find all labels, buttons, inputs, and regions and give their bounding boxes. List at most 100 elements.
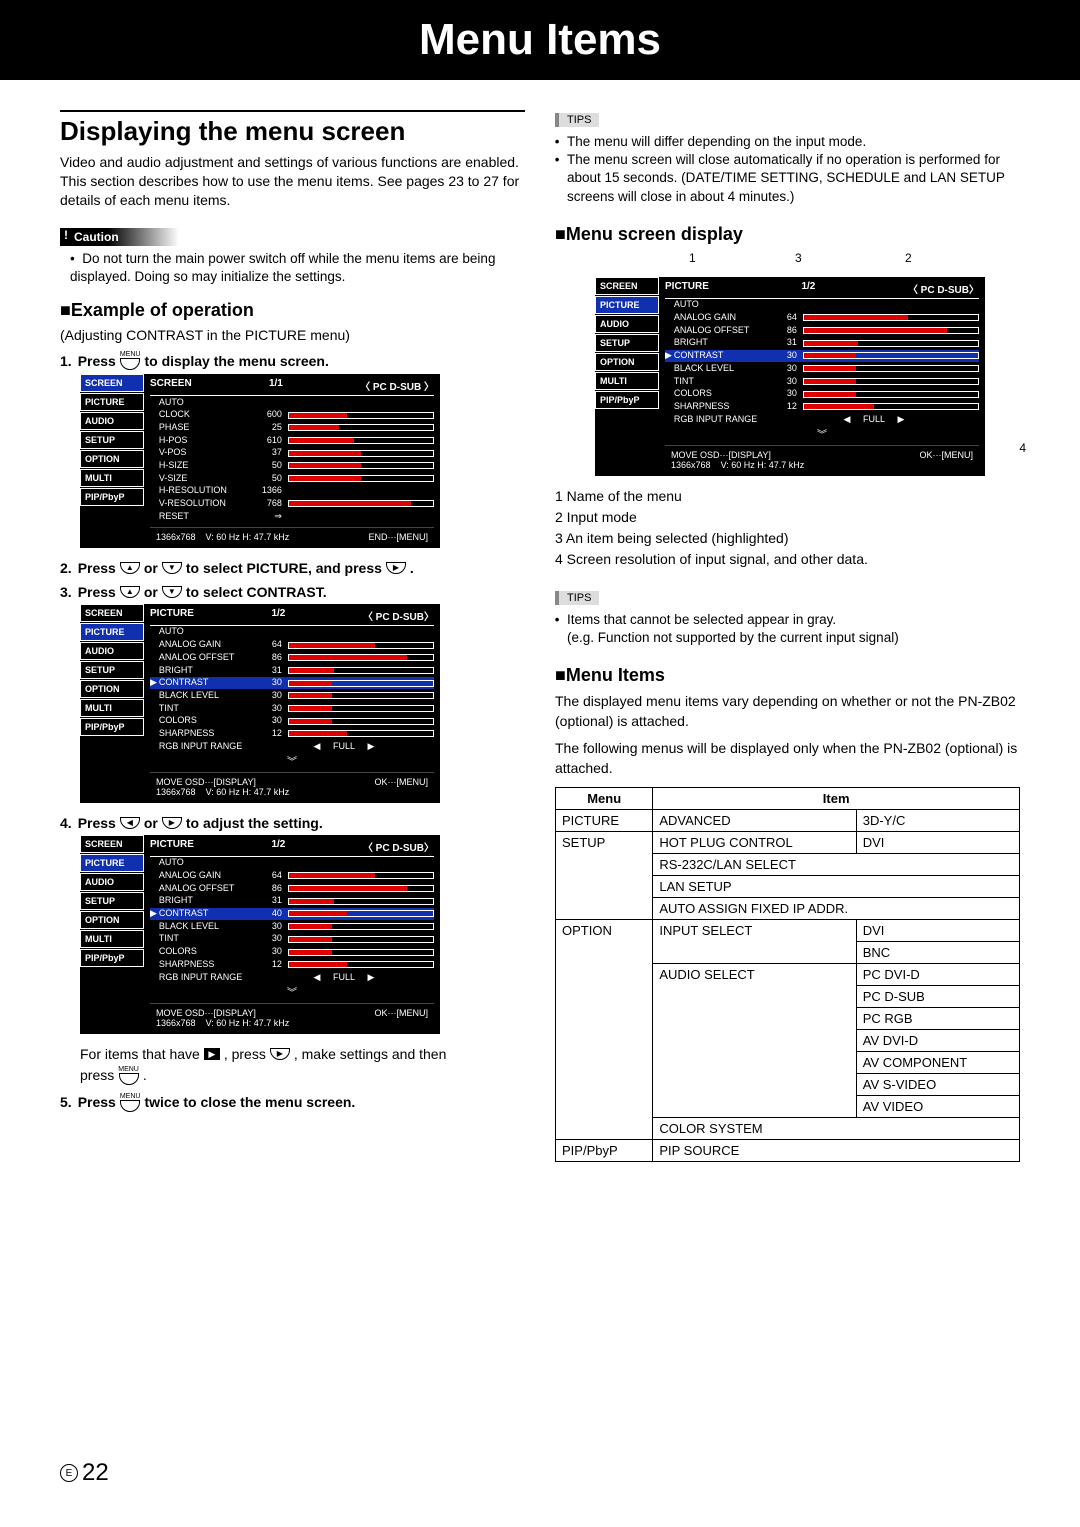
osd-row: ▶AUTO [665,299,979,312]
osd-row: ▶BLACK LEVEL30 [665,362,979,375]
menu-items-table: Menu Item PICTUREADVANCED3D-Y/C SETUPHOT… [555,787,1020,1162]
osd-row: ▶BRIGHT31 [665,337,979,350]
osd-row: ▶CONTRAST40 [150,908,434,921]
example-heading: ■Example of operation [60,300,525,321]
tips-list-2: Items that cannot be selected appear in … [567,611,1020,647]
osd-row: ▶H-RESOLUTION1366 [150,485,434,498]
osd-tab: AUDIO [595,315,659,333]
after-step4-text-2: press MENU . [80,1066,525,1085]
osd-tab: SCREEN [80,604,144,622]
osd-row: ▶PHASE25 [150,421,434,434]
osd-tab: PIP/PbyP [80,949,144,967]
osd-tab: MULTI [595,372,659,390]
left-button-icon: ◀ [120,817,140,829]
osd-tab: SETUP [595,334,659,352]
page-title: Menu Items [419,15,661,65]
osd-row: ▶RGB INPUT RANGE◀ FULL ▶ [665,413,979,426]
osd-row: ▶TINT30 [150,933,434,946]
right-button-icon: ▶ [162,817,182,829]
osd-tab: SETUP [80,431,144,449]
osd-row: ▶ANALOG OFFSET86 [150,882,434,895]
osd-tab: AUDIO [80,412,144,430]
osd-row: ▶ANALOG GAIN64 [150,639,434,652]
osd-row: ▶COLORS30 [150,715,434,728]
page-number: E 22 [60,1459,109,1487]
osd-tab: OPTION [80,450,144,468]
osd-row: ▶ANALOG GAIN64 [150,870,434,883]
enter-sub-icon: ▶ [204,1048,220,1060]
osd-tab: OPTION [80,680,144,698]
caution-box: Caution • Do not turn the main power swi… [60,228,525,286]
right-button-icon: ▶ [270,1048,290,1060]
osd-row: ▶AUTO [150,626,434,639]
left-column: Displaying the menu screen Video and aud… [60,110,525,1162]
up-button-icon: ▲ [120,586,140,598]
callout-1: 1 [689,251,696,265]
osd-row: ▶H-SIZE50 [150,460,434,473]
menu-button-icon: MENU [120,351,141,370]
osd-tab: SCREEN [80,374,144,392]
down-button-icon: ▼ [162,562,182,574]
osd-tab: SETUP [80,892,144,910]
osd-row: ▶ANALOG GAIN64 [665,312,979,325]
down-button-icon: ▼ [162,586,182,598]
menu-items-heading: ■Menu Items [555,665,1020,686]
osd-row: ▶BRIGHT31 [150,895,434,908]
osd-tab: MULTI [80,469,144,487]
osd-row: ▶AUTO [150,857,434,870]
osd-row: ▶ANALOG OFFSET86 [665,324,979,337]
osd-row: ▶RGB INPUT RANGE◀ FULL ▶ [150,740,434,753]
example-sub: (Adjusting CONTRAST in the PICTURE menu) [60,327,525,343]
osd-callout-menu: SCREENPICTUREAUDIOSETUPOPTIONMULTIPIP/Pb… [595,277,985,476]
osd-row: ▶AUTO [150,396,434,409]
intro-text: Video and audio adjustment and settings … [60,153,525,210]
osd-tab: PICTURE [80,393,144,411]
right-column: TIPS The menu will differ depending on t… [555,110,1020,1162]
osd-picture-menu-30: SCREENPICTUREAUDIOSETUPOPTIONMULTIPIP/Pb… [80,604,440,803]
menu-items-text-2: The following menus will be displayed on… [555,739,1020,778]
osd-row: ▶RESET⇒ [150,510,434,523]
tips-list-1: The menu will differ depending on the in… [567,133,1020,206]
caution-label: Caution [60,228,179,246]
osd-tab: AUDIO [80,873,144,891]
osd-row: ▶SHARPNESS12 [665,400,979,413]
osd-callout: 1 3 2 4 SCREENPICTUREAUDIOSETUPOPTIONMUL… [595,251,1020,476]
osd-tab: SCREEN [80,835,144,853]
osd-row: ▶BLACK LEVEL30 [150,689,434,702]
osd-tab: OPTION [595,353,659,371]
osd-tab: PICTURE [80,623,144,641]
osd-row: ▶RGB INPUT RANGE◀ FULL ▶ [150,971,434,984]
step-1: 1. Press MENU to display the menu screen… [60,351,525,370]
osd-row: ▶CONTRAST30 [665,350,979,363]
caution-text: • Do not turn the main power switch off … [70,250,525,286]
page-lang-circle: E [60,1464,78,1482]
osd-row: ▶CONTRAST30 [150,677,434,690]
osd-tab: SETUP [80,661,144,679]
osd-screen-menu: SCREENPICTUREAUDIOSETUPOPTIONMULTIPIP/Pb… [80,374,440,548]
osd-row: ▶SHARPNESS12 [150,727,434,740]
callout-2: 2 [905,251,912,265]
osd-tab: MULTI [80,699,144,717]
osd-row: ▶CLOCK600 [150,409,434,422]
osd-row: ▶TINT30 [665,375,979,388]
osd-row: ▶TINT30 [150,702,434,715]
osd-row: ▶V-SIZE50 [150,472,434,485]
up-button-icon: ▲ [120,562,140,574]
menu-button-icon: MENU [118,1066,139,1085]
menu-button-icon: MENU [120,1093,141,1112]
osd-row: ▶H-POS610 [150,434,434,447]
tips-label: TIPS [555,113,599,127]
osd-row: ▶BLACK LEVEL30 [150,920,434,933]
tips-label-2: TIPS [555,591,599,605]
page-title-bar: Menu Items [0,0,1080,80]
right-button-icon: ▶ [386,562,406,574]
after-step4-text: For items that have ▶ , press ▶ , make s… [80,1046,525,1062]
step-4: 4. Press ◀ or ▶ to adjust the setting. [60,815,525,831]
osd-tab: OPTION [80,911,144,929]
menu-screen-display-heading: ■Menu screen display [555,224,1020,245]
osd-row: ▶V-RESOLUTION768 [150,498,434,511]
osd-tab: AUDIO [80,642,144,660]
osd-row: ▶COLORS30 [150,946,434,959]
osd-tab: PIP/PbyP [80,488,144,506]
osd-tab: PIP/PbyP [595,391,659,409]
